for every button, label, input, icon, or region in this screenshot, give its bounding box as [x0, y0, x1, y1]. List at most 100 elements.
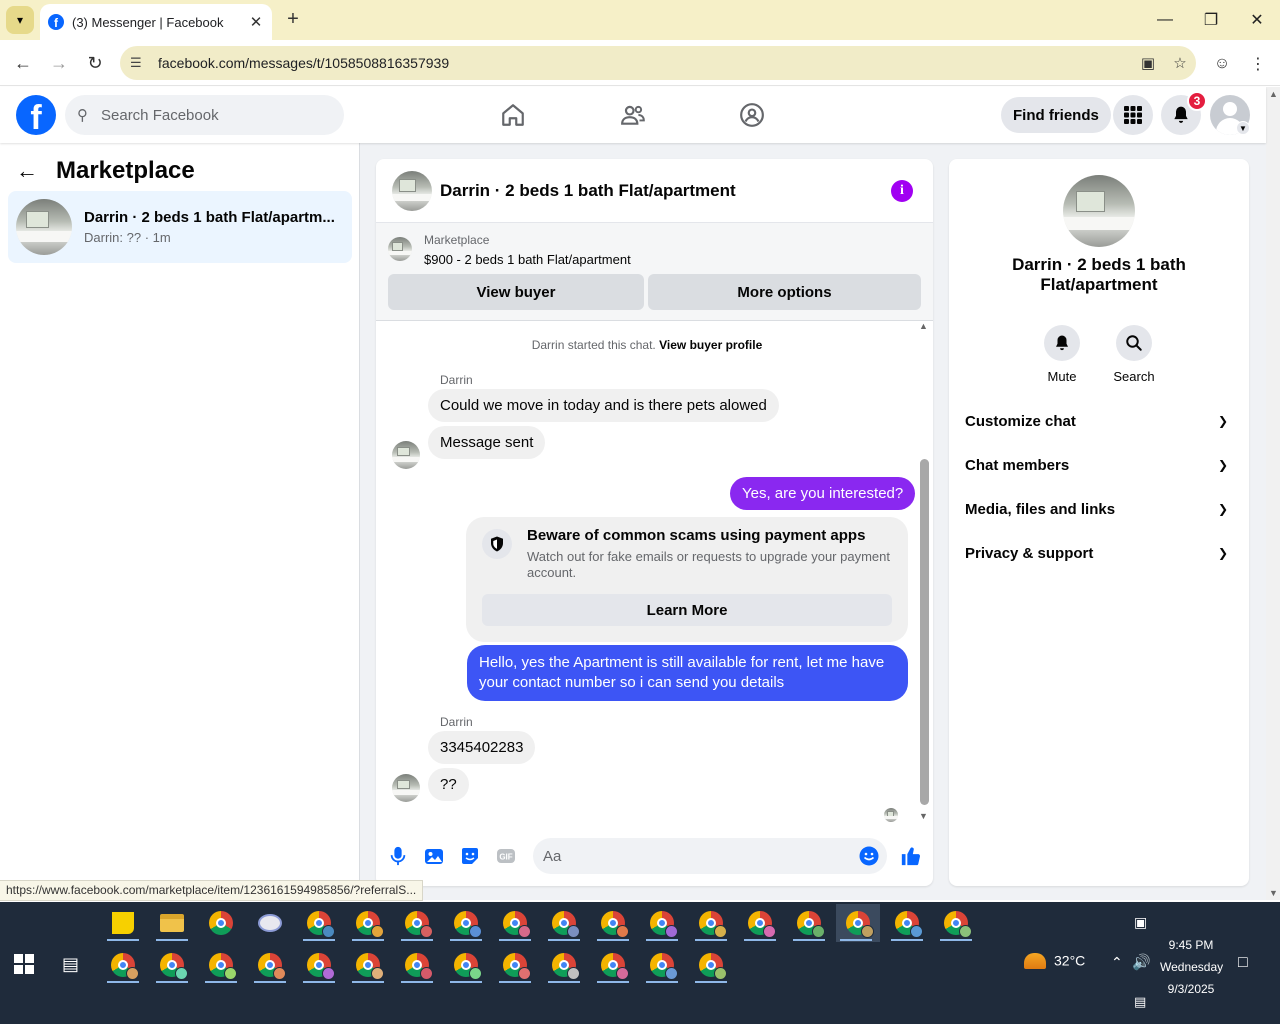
paint-app[interactable]	[250, 904, 290, 942]
chat-members-row[interactable]: Chat members ❯	[957, 443, 1241, 487]
install-app-icon[interactable]: ▣	[1132, 54, 1164, 72]
chrome-profile-app[interactable]	[446, 946, 486, 984]
info-icon[interactable]: i	[891, 179, 913, 202]
chrome-profile-app[interactable]	[544, 946, 584, 984]
gif-icon[interactable]: GIF	[492, 842, 520, 870]
chrome-profile-app[interactable]	[691, 904, 731, 942]
account-chevron-icon[interactable]: ▼	[1236, 121, 1250, 135]
sticky-notes-app[interactable]	[103, 904, 143, 942]
privacy-support-row[interactable]: Privacy & support ❯	[957, 531, 1241, 575]
menu-grid-button[interactable]	[1113, 95, 1153, 135]
tab-close-icon[interactable]: ✕	[248, 13, 264, 31]
connected-device-icon[interactable]: ▣	[1134, 914, 1147, 931]
minimize-button[interactable]: —	[1142, 0, 1188, 40]
search-chat-button[interactable]: Search	[1104, 325, 1164, 384]
chrome-profile-app[interactable]	[348, 904, 388, 942]
microphone-icon[interactable]	[384, 842, 412, 870]
listing-price[interactable]: $900 - 2 beds 1 bath Flat/apartment	[424, 252, 631, 267]
learn-more-button[interactable]: Learn More	[482, 594, 892, 626]
incoming-message[interactable]: ??	[428, 768, 469, 801]
photo-attach-icon[interactable]	[420, 842, 448, 870]
sender-avatar[interactable]	[392, 774, 420, 802]
bookmark-star-icon[interactable]: ☆	[1164, 54, 1196, 72]
address-bar[interactable]: ☰ facebook.com/messages/t/10585088163579…	[120, 46, 1196, 80]
chrome-profile-app[interactable]	[740, 904, 780, 942]
home-icon[interactable]	[497, 99, 529, 131]
groups-icon[interactable]	[736, 99, 768, 131]
file-explorer-app[interactable]	[152, 904, 192, 942]
chrome-profile-app[interactable]	[397, 946, 437, 984]
friends-icon[interactable]	[617, 99, 649, 131]
back-button[interactable]: ←	[8, 48, 38, 78]
sender-avatar[interactable]	[392, 441, 420, 469]
chrome-profile-app[interactable]	[152, 946, 192, 984]
scroll-up-icon[interactable]: ▲	[919, 321, 928, 331]
more-options-button[interactable]: More options	[648, 274, 921, 310]
chat-details-photo[interactable]	[1063, 175, 1135, 247]
windows-start-icon[interactable]	[14, 954, 34, 974]
chrome-profile-app[interactable]	[495, 904, 535, 942]
weather-widget[interactable]: 32°C	[1024, 952, 1085, 969]
find-friends-button[interactable]: Find friends	[1001, 97, 1111, 133]
chrome-profile-app[interactable]	[642, 904, 682, 942]
chrome-profile-app[interactable]	[691, 946, 731, 984]
view-buyer-profile-link[interactable]: View buyer profile	[659, 338, 762, 352]
facebook-search-input[interactable]	[101, 106, 321, 124]
network-icon[interactable]: ▤	[1134, 994, 1146, 1010]
volume-icon[interactable]: 🔊	[1132, 953, 1151, 971]
chrome-profile-app[interactable]	[103, 946, 143, 984]
chat-title[interactable]: Darrin · 2 beds 1 bath Flat/apartment	[440, 181, 891, 201]
forward-button[interactable]: →	[44, 48, 74, 78]
browser-menu-icon[interactable]: ⋮	[1246, 52, 1270, 76]
chrome-profile-app[interactable]	[789, 904, 829, 942]
mute-button[interactable]: Mute	[1032, 325, 1092, 384]
scroll-up-icon[interactable]: ▲	[1269, 89, 1278, 99]
emoji-icon[interactable]	[859, 846, 879, 871]
outgoing-message[interactable]: Hello, yes the Apartment is still availa…	[467, 645, 908, 701]
facebook-logo-icon[interactable]: f	[16, 95, 56, 135]
chrome-profile-app[interactable]	[495, 946, 535, 984]
chrome-profile-app[interactable]	[936, 904, 976, 942]
chat-listing-photo[interactable]	[392, 170, 432, 211]
new-tab-button[interactable]: +	[282, 8, 304, 30]
chrome-profile-app[interactable]	[593, 946, 633, 984]
thumbs-up-icon[interactable]	[897, 842, 925, 870]
task-view-icon[interactable]: ▤	[62, 954, 79, 975]
chrome-app[interactable]	[201, 904, 241, 942]
chrome-profile-app[interactable]	[348, 946, 388, 984]
scroll-down-icon[interactable]: ▼	[919, 811, 928, 821]
window-close-button[interactable]: ✕	[1234, 0, 1280, 40]
scroll-down-icon[interactable]: ▼	[1269, 888, 1278, 898]
chrome-profile-app[interactable]	[446, 904, 486, 942]
clock[interactable]: 9:45 PM Wednesday 9/3/2025	[1160, 934, 1223, 1000]
chrome-profile-app[interactable]	[544, 904, 584, 942]
chrome-profile-app[interactable]	[299, 946, 339, 984]
incoming-message[interactable]: Could we move in today and is there pets…	[428, 389, 779, 422]
chrome-profile-app[interactable]	[201, 946, 241, 984]
chat-scrollbar-thumb[interactable]	[920, 459, 929, 805]
show-hidden-icons-icon[interactable]: ⌃	[1111, 954, 1123, 971]
view-buyer-button[interactable]: View buyer	[388, 274, 644, 310]
restore-button[interactable]: ❐	[1188, 0, 1234, 40]
chrome-profile-app[interactable]	[397, 904, 437, 942]
incoming-message[interactable]: 3345402283	[428, 731, 536, 764]
site-settings-icon[interactable]: ☰	[130, 55, 150, 71]
incoming-message[interactable]: Message sent	[428, 426, 546, 459]
tab-messenger[interactable]: f (3) Messenger | Facebook ✕	[40, 4, 272, 40]
chrome-profile-app[interactable]	[642, 946, 682, 984]
chrome-profile-app[interactable]	[593, 904, 633, 942]
tab-search-dropdown[interactable]: ▾	[6, 6, 34, 34]
page-scrollbar[interactable]: ▲ ▼	[1266, 87, 1280, 900]
facebook-search[interactable]: ⚲	[65, 95, 344, 135]
outgoing-message[interactable]: Yes, are you interested?	[730, 477, 916, 510]
message-input-field[interactable]	[533, 838, 887, 874]
chrome-profile-app[interactable]	[250, 946, 290, 984]
chrome-profile-app[interactable]	[299, 904, 339, 942]
customize-chat-row[interactable]: Customize chat ❯	[957, 399, 1241, 443]
profile-icon[interactable]: ☺	[1210, 52, 1234, 76]
chrome-profile-app-active[interactable]	[836, 904, 880, 942]
media-files-links-row[interactable]: Media, files and links ❯	[957, 487, 1241, 531]
sticker-icon[interactable]	[456, 842, 484, 870]
back-arrow-icon[interactable]: ←	[16, 158, 46, 184]
message-input[interactable]	[543, 847, 843, 865]
